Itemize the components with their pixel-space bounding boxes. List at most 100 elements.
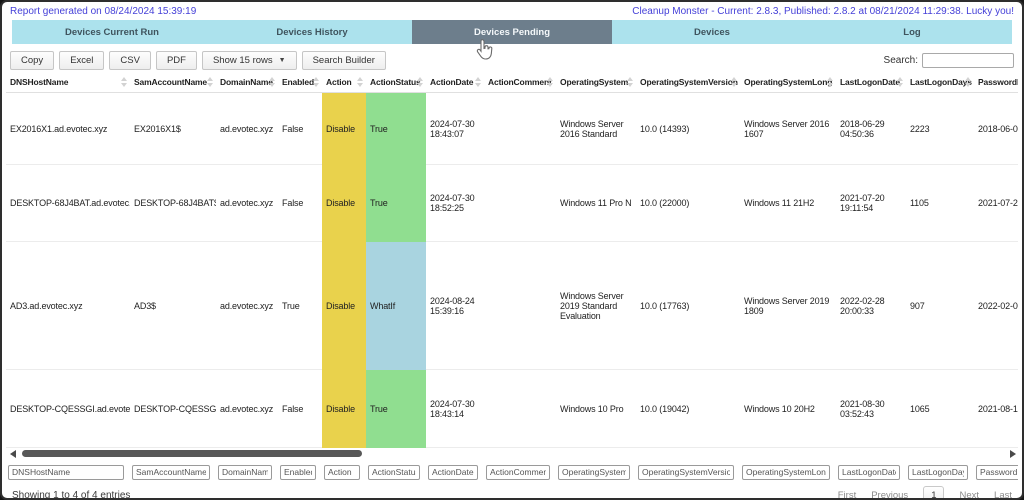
cell-actiondate: 2024-07-30 18:52:25 xyxy=(426,165,484,242)
col-header-lastlogondays[interactable]: LastLogonDays xyxy=(906,72,974,93)
pagination-page-1[interactable]: 1 xyxy=(923,486,944,500)
cell-operatingsystemlong: Windows 10 20H2 xyxy=(740,370,836,448)
column-header-label: DomainName xyxy=(220,77,273,87)
cell-passwordlastset: 2022-02-07 12: xyxy=(974,242,1018,370)
cell-operatingsystem: Windows Server 2016 Standard xyxy=(556,93,636,165)
show-rows-dropdown[interactable]: Show 15 rows ▼ xyxy=(202,51,297,70)
topbar: Report generated on 08/24/2024 15:39:19 … xyxy=(2,2,1022,20)
column-header-label: Action xyxy=(326,77,352,87)
col-header-enabled[interactable]: Enabled xyxy=(278,72,322,93)
filter-input-operatingsystem[interactable] xyxy=(558,465,630,480)
search-input[interactable] xyxy=(922,53,1014,68)
filter-input-samaccountname[interactable] xyxy=(132,465,210,480)
tab-devices[interactable]: Devices xyxy=(612,20,812,44)
cell-dnshostname: DESKTOP-CQESSGI.ad.evotec.xyz xyxy=(6,370,130,448)
filter-input-action[interactable] xyxy=(324,465,360,480)
search-area: Search: xyxy=(884,53,1014,68)
csv-button[interactable]: CSV xyxy=(109,51,151,70)
cell-passwordlastset: 2021-07-20 19: xyxy=(974,165,1018,242)
pagination-next[interactable]: Next xyxy=(959,490,979,500)
filter-input-enabled[interactable] xyxy=(280,465,316,480)
cell-actioncomment xyxy=(484,370,556,448)
filter-input-actiondate[interactable] xyxy=(428,465,478,480)
search-builder-button[interactable]: Search Builder xyxy=(302,51,386,70)
excel-button[interactable]: Excel xyxy=(59,51,104,70)
column-header-label: OperatingSystemLong xyxy=(744,77,832,87)
cell-actionstatus: True xyxy=(366,370,426,448)
col-header-passwordlastset[interactable]: PasswordLastSet xyxy=(974,72,1018,93)
col-header-lastlogondate[interactable]: LastLogonDate xyxy=(836,72,906,93)
copy-button[interactable]: Copy xyxy=(10,51,54,70)
col-header-samaccountname[interactable]: SamAccountName xyxy=(130,72,216,93)
tab-devices-current-run[interactable]: Devices Current Run xyxy=(12,20,212,44)
cell-action: Disable xyxy=(322,370,366,448)
column-header-label: ActionComment xyxy=(488,77,552,87)
cell-operatingsystemversion: 10.0 (14393) xyxy=(636,93,740,165)
pagination-previous[interactable]: Previous xyxy=(871,490,908,500)
table-row[interactable]: DESKTOP-CQESSGI.ad.evotec.xyz DESKTOP-CQ… xyxy=(6,370,1018,448)
cell-dnshostname: AD3.ad.evotec.xyz xyxy=(6,242,130,370)
filter-input-passwordlastset[interactable] xyxy=(976,465,1018,480)
pagination-last[interactable]: Last xyxy=(994,490,1012,500)
header-row: DNSHostName SamAccountName DomainName En… xyxy=(6,72,1018,93)
cell-action: Disable xyxy=(322,165,366,242)
col-header-operatingsystemlong[interactable]: OperatingSystemLong xyxy=(740,72,836,93)
table-row[interactable]: EX2016X1.ad.evotec.xyz EX2016X1$ ad.evot… xyxy=(6,93,1018,165)
cell-domainname: ad.evotec.xyz xyxy=(216,242,278,370)
col-header-operatingsystemversion[interactable]: OperatingSystemVersion xyxy=(636,72,740,93)
scrollbar-track[interactable] xyxy=(20,450,1006,457)
sort-icon xyxy=(357,77,363,87)
scrollbar-thumb[interactable] xyxy=(22,450,362,457)
devices-table: DNSHostName SamAccountName DomainName En… xyxy=(6,72,1018,448)
sort-icon xyxy=(731,77,737,87)
cell-operatingsystemversion: 10.0 (17763) xyxy=(636,242,740,370)
tab-devices-pending[interactable]: Devices Pending xyxy=(412,20,612,44)
cell-operatingsystemversion: 10.0 (22000) xyxy=(636,165,740,242)
col-header-dnshostname[interactable]: DNSHostName xyxy=(6,72,130,93)
tab-log[interactable]: Log xyxy=(812,20,1012,44)
col-header-actionstatus[interactable]: ActionStatus xyxy=(366,72,426,93)
filter-input-lastlogondate[interactable] xyxy=(838,465,900,480)
cell-samaccountname: EX2016X1$ xyxy=(130,93,216,165)
cell-enabled: False xyxy=(278,370,322,448)
sort-icon xyxy=(965,77,971,87)
filter-input-actioncomment[interactable] xyxy=(486,465,550,480)
filter-input-actionstatus[interactable] xyxy=(368,465,420,480)
col-header-actiondate[interactable]: ActionDate xyxy=(426,72,484,93)
cell-domainname: ad.evotec.xyz xyxy=(216,165,278,242)
column-header-label: LastLogonDays xyxy=(910,77,972,87)
tab-devices-history[interactable]: Devices History xyxy=(212,20,412,44)
export-buttons: Copy Excel CSV PDF Show 15 rows ▼ Search… xyxy=(10,51,386,70)
cell-actioncomment xyxy=(484,242,556,370)
column-header-label: ActionStatus xyxy=(370,77,421,87)
filter-input-domainname[interactable] xyxy=(218,465,272,480)
table-row[interactable]: AD3.ad.evotec.xyz AD3$ ad.evotec.xyz Tru… xyxy=(6,242,1018,370)
col-header-actioncomment[interactable]: ActionComment xyxy=(484,72,556,93)
pagination-first[interactable]: First xyxy=(838,490,856,500)
filter-input-dnshostname[interactable] xyxy=(8,465,124,480)
filter-input-operatingsystemversion[interactable] xyxy=(638,465,734,480)
col-header-operatingsystem[interactable]: OperatingSystem xyxy=(556,72,636,93)
col-header-domainname[interactable]: DomainName xyxy=(216,72,278,93)
sort-icon xyxy=(313,77,319,87)
cell-operatingsystemversion: 10.0 (19042) xyxy=(636,370,740,448)
column-header-label: ActionDate xyxy=(430,77,473,87)
cell-passwordlastset: 2021-08-19 20: xyxy=(974,370,1018,448)
col-header-action[interactable]: Action xyxy=(322,72,366,93)
filter-input-operatingsystemlong[interactable] xyxy=(742,465,830,480)
column-header-label: SamAccountName xyxy=(134,77,207,87)
scroll-left-icon[interactable] xyxy=(10,450,16,458)
cell-samaccountname: AD3$ xyxy=(130,242,216,370)
column-header-label: PasswordLastSet xyxy=(978,77,1018,87)
cell-actiondate: 2024-08-24 15:39:16 xyxy=(426,242,484,370)
table-row[interactable]: DESKTOP-68J4BAT.ad.evotec.xyz DESKTOP-68… xyxy=(6,165,1018,242)
column-filter-row xyxy=(6,462,1018,480)
cell-lastlogondays: 907 xyxy=(906,242,974,370)
column-header-label: Enabled xyxy=(282,77,314,87)
scroll-right-icon[interactable] xyxy=(1010,450,1016,458)
filter-input-lastlogondays[interactable] xyxy=(908,465,968,480)
cell-actioncomment xyxy=(484,93,556,165)
cell-enabled: False xyxy=(278,165,322,242)
cell-lastlogondate: 2021-08-30 03:52:43 xyxy=(836,370,906,448)
pdf-button[interactable]: PDF xyxy=(156,51,197,70)
